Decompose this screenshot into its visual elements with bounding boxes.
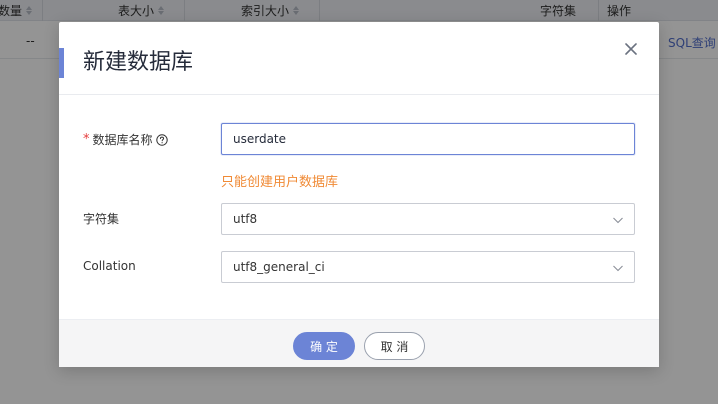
dialog-title: 新建数据库 — [83, 50, 194, 75]
db-name-input[interactable] — [221, 123, 635, 155]
close-icon[interactable] — [621, 39, 641, 59]
chevron-down-icon — [613, 217, 623, 224]
collation-select[interactable]: utf8_general_ci — [221, 251, 635, 283]
cancel-button[interactable]: 取 消 — [364, 332, 425, 360]
db-name-label-text: 数据库名称 — [92, 133, 153, 147]
confirm-button[interactable]: 确 定 — [293, 332, 355, 360]
create-database-dialog: 新建数据库 * 数据库名称 只能创建用户数据库 字符集 utf8 Collati… — [59, 22, 659, 367]
required-mark: * — [83, 132, 90, 147]
chevron-down-icon — [613, 265, 623, 272]
charset-label-text: 字符集 — [83, 212, 120, 226]
question-circle-icon[interactable] — [155, 133, 168, 146]
charset-select[interactable]: utf8 — [221, 203, 635, 235]
collation-label-text: Collation — [83, 259, 136, 273]
collation-select-value: utf8_general_ci — [233, 260, 325, 274]
dialog-header: 新建数据库 — [59, 22, 659, 95]
dialog-footer: 确 定 取 消 — [59, 319, 659, 367]
db-name-label: * 数据库名称 — [83, 131, 168, 148]
charset-label: 字符集 — [83, 210, 119, 227]
collation-label: Collation — [83, 259, 136, 273]
title-accent-bar — [59, 48, 64, 78]
db-name-hint: 只能创建用户数据库 — [221, 175, 339, 190]
charset-select-value: utf8 — [233, 212, 258, 226]
